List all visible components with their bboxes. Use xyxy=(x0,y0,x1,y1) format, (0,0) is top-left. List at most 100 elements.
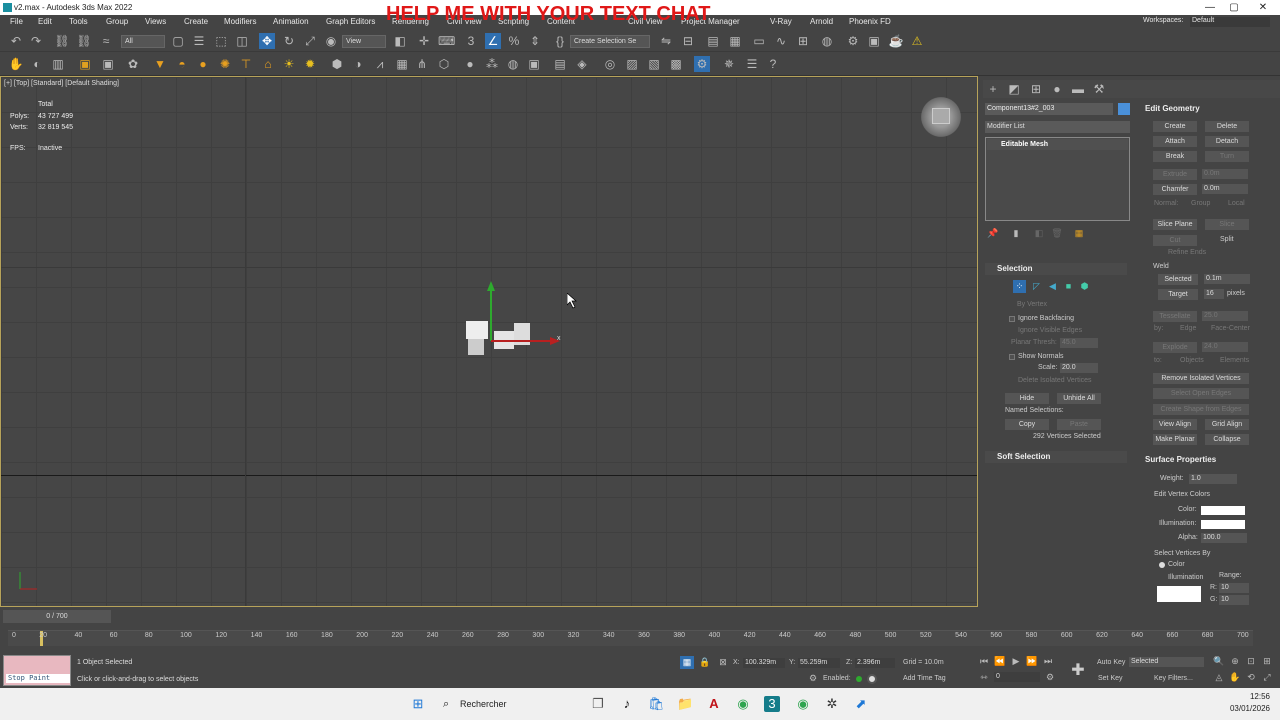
chrome-icon[interactable]: ◉ xyxy=(735,696,751,712)
scale-spinner[interactable]: 20.0 xyxy=(1060,363,1098,373)
task-view-icon[interactable]: ❐ xyxy=(590,696,606,712)
orbit-icon[interactable]: ⟲ xyxy=(1245,671,1257,683)
object-color-swatch[interactable] xyxy=(1118,103,1130,115)
copy-button[interactable]: Copy xyxy=(1005,419,1049,430)
select-by-color-swatch[interactable] xyxy=(1157,586,1201,602)
range-g-spinner[interactable]: 10 xyxy=(1219,595,1249,605)
menu-modifiers[interactable]: Modifiers xyxy=(224,17,256,26)
rect-selection-icon[interactable]: ⬚ xyxy=(213,33,229,49)
vray-frame-buffer-icon[interactable]: ▥ xyxy=(50,56,66,72)
edit-named-sets-icon[interactable]: {} xyxy=(552,33,568,49)
viewport-label[interactable]: [+] [Top] [Standard] [Default Shading] xyxy=(4,80,119,87)
lock-selection-icon[interactable]: 🔒 xyxy=(698,656,712,669)
time-tag-toggle[interactable] xyxy=(867,674,877,684)
select-object-icon[interactable]: ▢ xyxy=(170,33,186,49)
prev-frame-icon[interactable]: ⏪ xyxy=(994,655,1006,667)
vray-material-sphere-icon[interactable]: ● xyxy=(462,56,478,72)
acrobat-icon[interactable]: A xyxy=(706,696,722,712)
show-normals-checkbox[interactable] xyxy=(1009,354,1015,360)
play-icon[interactable]: ▶ xyxy=(1010,655,1022,667)
menu-create[interactable]: Create xyxy=(184,17,208,26)
pan-icon[interactable]: ✋ xyxy=(1229,671,1241,683)
rendered-frame-icon[interactable]: ▣ xyxy=(866,33,882,49)
grid-align-button[interactable]: Grid Align xyxy=(1205,419,1249,430)
key-mode-icon[interactable]: ⇿ xyxy=(978,671,990,683)
motion-tab-icon[interactable]: ● xyxy=(1049,81,1065,97)
slice-plane-button[interactable]: Slice Plane xyxy=(1153,219,1197,230)
time-slider[interactable]: 0 / 700 xyxy=(3,610,111,623)
zoom-extents-all-icon[interactable]: ⊞ xyxy=(1261,655,1273,667)
menu-file[interactable]: File xyxy=(10,17,23,26)
unhide-all-button[interactable]: Unhide All xyxy=(1057,393,1101,404)
viewcube-face-top[interactable] xyxy=(932,108,950,124)
vray-sun-icon[interactable]: ☀ xyxy=(281,56,297,72)
goto-start-icon[interactable]: ⏮ xyxy=(978,655,990,667)
vray-sphere-light-icon[interactable]: ● xyxy=(195,56,211,72)
delete-button[interactable]: Delete xyxy=(1205,121,1249,132)
object-name-field[interactable]: Component13#2_003 xyxy=(985,103,1113,115)
scale-icon[interactable]: ⤢ xyxy=(302,33,318,49)
show-end-result-icon[interactable]: ▮ xyxy=(1008,225,1024,241)
hierarchy-tab-icon[interactable]: ⊞ xyxy=(1028,81,1044,97)
selection-filter-dropdown[interactable]: All xyxy=(121,35,165,48)
hide-button[interactable]: Hide xyxy=(1005,393,1049,404)
menu-edit[interactable]: Edit xyxy=(38,17,52,26)
vray-light-icon[interactable]: ▣ xyxy=(77,56,93,72)
z-coordinate[interactable]: 2.396m xyxy=(855,658,895,668)
vray-plane-icon[interactable]: ⩘ xyxy=(372,56,388,72)
phoenix-sim-icon[interactable]: ⚙ xyxy=(694,56,710,72)
make-planar-button[interactable]: Make Planar xyxy=(1153,434,1197,445)
rotate-icon[interactable]: ↻ xyxy=(281,33,297,49)
move-icon[interactable]: ✥ xyxy=(259,33,275,49)
surface-properties-rollout-header[interactable]: Surface Properties xyxy=(1133,454,1278,466)
menu-vray[interactable]: V-Ray xyxy=(770,17,792,26)
vray-displacement-icon[interactable]: ⬡ xyxy=(436,56,452,72)
key-filters-button[interactable]: Key Filters... xyxy=(1154,675,1193,682)
vray-spot-light-icon[interactable]: ⊤ xyxy=(238,56,254,72)
menu-group[interactable]: Group xyxy=(106,17,128,26)
color-radio[interactable] xyxy=(1159,562,1165,568)
angle-snap-icon[interactable]: ∠ xyxy=(485,33,501,49)
close-button[interactable]: ✕ xyxy=(1250,1,1276,14)
maximize-viewport-icon[interactable]: ⤢ xyxy=(1261,671,1273,683)
align-icon[interactable]: ⊟ xyxy=(680,33,696,49)
set-key-icon[interactable]: ✚ xyxy=(1068,661,1088,681)
taskbar-search[interactable]: ⌕ Rechercher xyxy=(433,694,583,714)
ribbon-icon[interactable]: ▭ xyxy=(751,33,767,49)
edit-geometry-rollout-header[interactable]: Edit Geometry xyxy=(1133,103,1278,115)
break-button[interactable]: Break xyxy=(1153,151,1197,162)
vray-tools-icon[interactable]: ✿ xyxy=(125,56,141,72)
utilities-tab-icon[interactable]: ⚒ xyxy=(1091,81,1107,97)
detach-button[interactable]: Detach xyxy=(1205,136,1249,147)
target-pixels-spinner[interactable]: 16 xyxy=(1204,289,1224,299)
store-icon[interactable]: 🛍 xyxy=(648,696,665,712)
file-explorer-icon[interactable]: 📁 xyxy=(677,696,693,712)
menu-animation[interactable]: Animation xyxy=(273,17,309,26)
vertex-mode-icon[interactable]: ⁘ xyxy=(1013,280,1026,293)
stop-paint-panel[interactable]: Stop Paint xyxy=(3,655,71,686)
workspaces-dropdown[interactable]: Default xyxy=(1190,17,1270,27)
chamfer-button[interactable]: Chamfer xyxy=(1153,184,1197,195)
modify-tab-icon[interactable]: ◩ xyxy=(1006,81,1022,97)
phoenix-foam-icon[interactable]: ✵ xyxy=(721,56,737,72)
menu-views[interactable]: Views xyxy=(145,17,166,26)
weld-threshold-spinner[interactable]: 0.1m xyxy=(1204,274,1250,284)
phoenix-source-icon[interactable]: ▧ xyxy=(646,56,662,72)
collapse-button[interactable]: Collapse xyxy=(1205,434,1249,445)
weld-target-button[interactable]: Target xyxy=(1158,289,1198,300)
auto-key-button[interactable]: Auto Key xyxy=(1097,659,1125,666)
menu-arnold[interactable]: Arnold xyxy=(810,17,833,26)
display-tab-icon[interactable]: ▬ xyxy=(1070,81,1086,97)
menu-graph-editors[interactable]: Graph Editors xyxy=(326,17,375,26)
remove-isolated-vertices-button[interactable]: Remove Isolated Vertices xyxy=(1153,373,1249,384)
create-button[interactable]: Create xyxy=(1153,121,1197,132)
vray-plane-light-icon[interactable]: ▼ xyxy=(152,56,168,72)
link-icon[interactable]: ⛓ xyxy=(54,33,70,49)
redo-icon[interactable]: ↷ xyxy=(28,33,44,49)
element-mode-icon[interactable]: ⬢ xyxy=(1078,280,1091,293)
app-icon-blue[interactable]: ⬈ xyxy=(853,696,869,712)
key-set-dropdown[interactable]: Selected xyxy=(1129,657,1204,667)
ignore-backfacing-checkbox[interactable] xyxy=(1009,316,1015,322)
configure-sets-icon[interactable]: ▦ xyxy=(1071,225,1087,241)
phoenix-liquid-icon[interactable]: ▨ xyxy=(624,56,640,72)
